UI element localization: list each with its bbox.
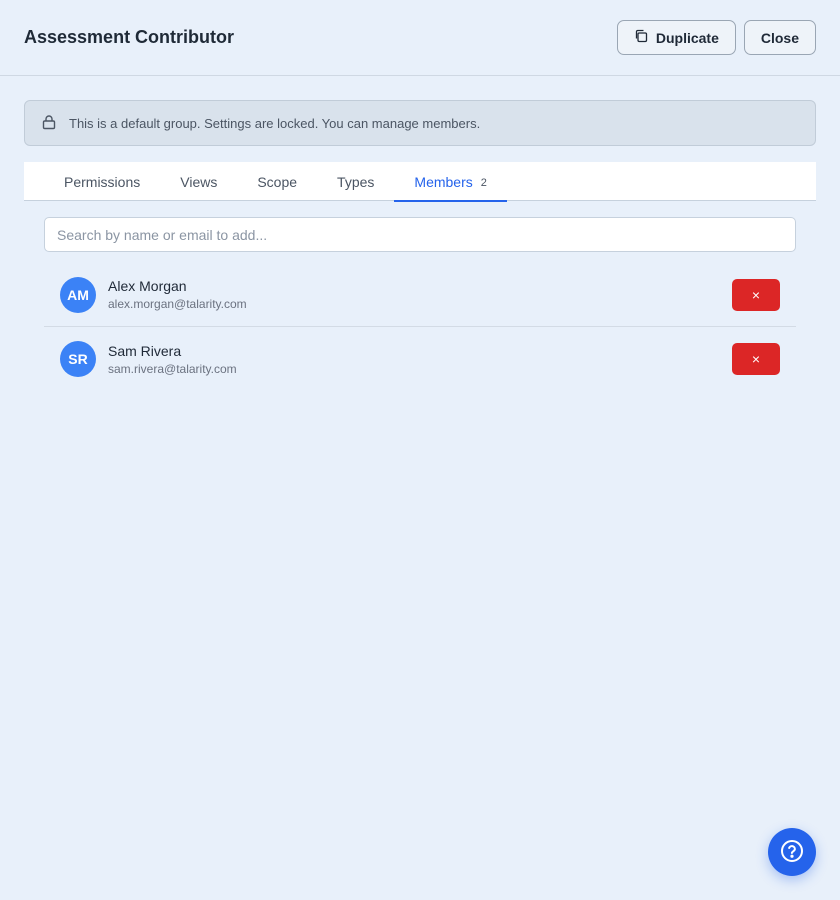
page-title: Assessment Contributor — [24, 27, 235, 47]
help-circle-icon — [780, 839, 804, 866]
tab-views[interactable]: Views — [160, 162, 237, 201]
notice-text: This is a default group. Settings are lo… — [69, 115, 481, 131]
tab-types[interactable]: Types — [317, 162, 394, 201]
tab-scope[interactable]: Scope — [237, 162, 317, 201]
member-name: Sam Rivera — [108, 342, 182, 359]
remove-member-button[interactable]: × — [732, 343, 780, 375]
close-button[interactable]: Close — [743, 20, 816, 55]
member-name: Alex Morgan — [108, 278, 187, 294]
tab-members-label: Members — [414, 173, 473, 190]
avatar: SR — [60, 341, 96, 377]
avatar: AM — [60, 276, 96, 313]
tab-members[interactable]: Members 2 — [394, 162, 508, 202]
member-info: Sam Rivera sam.rivera@talarity.com — [108, 343, 732, 376]
member-email: sam.rivera@talarity.com — [108, 361, 237, 376]
members-count-badge: 2 — [480, 176, 487, 189]
duplicate-button-label: Duplicate — [655, 29, 719, 46]
dialog-header: Assessment Contributor Duplicate Close — [0, 0, 840, 76]
locked-notice: This is a default group. Settings are lo… — [24, 100, 816, 146]
copy-icon — [634, 29, 648, 46]
duplicate-button[interactable]: Duplicate — [616, 20, 736, 55]
tab-bar: Permissions Views Scope Types Members 2 — [24, 162, 816, 202]
member-row: AM Alex Morgan alex.morgan@talarity.com … — [44, 263, 796, 327]
member-email: alex.morgan@talarity.com — [108, 297, 247, 311]
member-info: Alex Morgan alex.morgan@talarity.com — [108, 278, 732, 311]
lock-icon — [41, 114, 57, 133]
header-actions: Duplicate Close — [616, 20, 816, 55]
remove-member-button[interactable]: × — [732, 278, 780, 311]
help-button[interactable] — [768, 828, 816, 876]
tab-permissions[interactable]: Permissions — [44, 162, 160, 201]
members-list: AM Alex Morgan alex.morgan@talarity.com … — [44, 263, 796, 391]
member-row: SR Sam Rivera sam.rivera@talarity.com × — [44, 327, 796, 391]
member-search-input[interactable] — [44, 217, 796, 252]
